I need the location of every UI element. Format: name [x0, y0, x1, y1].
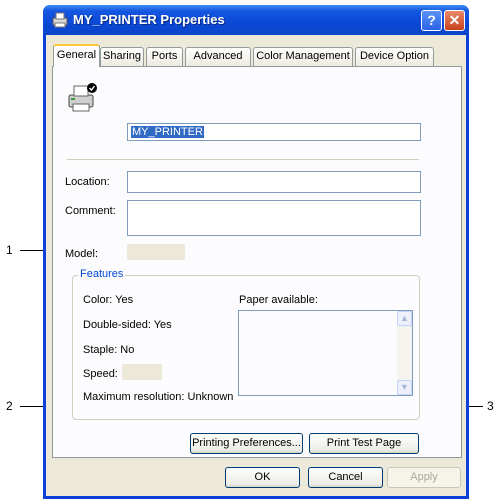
callout-3: 3 [487, 399, 494, 413]
model-value [127, 244, 185, 260]
speed-value [122, 364, 162, 380]
apply-button[interactable]: Apply [387, 467, 461, 488]
comment-label: Comment: [65, 205, 116, 217]
max-resolution-feature: Maximum resolution: Unknown [83, 391, 234, 403]
paper-list-scrollbar[interactable]: ▲ ▼ [397, 311, 412, 395]
help-button[interactable]: ? [421, 10, 442, 31]
scroll-up-icon[interactable]: ▲ [397, 311, 412, 326]
divider [67, 159, 419, 161]
comment-input[interactable] [127, 200, 421, 236]
printer-name-value: MY_PRINTER [131, 126, 204, 138]
cancel-button[interactable]: Cancel [308, 467, 383, 488]
location-input[interactable] [127, 171, 421, 193]
print-test-page-button[interactable]: Print Test Page [309, 433, 419, 454]
staple-feature: Staple: No [83, 344, 135, 356]
printer-properties-window: MY_PRINTER Properties ? ✕ General Sharin… [43, 5, 469, 499]
general-tab-panel: MY_PRINTER Location: Comment: Model: Fea… [52, 66, 462, 458]
tab-general[interactable]: General [53, 44, 100, 67]
callout-1: 1 [6, 243, 13, 257]
callout-2: 2 [6, 399, 13, 413]
features-title: Features [78, 268, 126, 280]
paper-available-label: Paper available: [239, 294, 318, 306]
tab-device-option[interactable]: Device Option [355, 47, 434, 66]
ok-button[interactable]: OK [225, 467, 300, 488]
tab-advanced[interactable]: Advanced [185, 47, 251, 66]
tab-ports[interactable]: Ports [146, 47, 183, 66]
title-bar[interactable]: MY_PRINTER Properties ? ✕ [43, 5, 469, 35]
close-button[interactable]: ✕ [444, 10, 465, 31]
scroll-down-icon[interactable]: ▼ [397, 380, 412, 395]
tab-sharing[interactable]: Sharing [100, 47, 144, 66]
printer-icon [52, 12, 68, 28]
window-title: MY_PRINTER Properties [73, 12, 225, 27]
color-feature: Color: Yes [83, 294, 134, 306]
double-sided-feature: Double-sided: Yes [83, 319, 172, 331]
location-label: Location: [65, 176, 110, 188]
tab-color-management[interactable]: Color Management [253, 47, 353, 66]
dialog-body: General Sharing Ports Advanced Color Man… [46, 35, 466, 496]
printer-large-icon [68, 83, 97, 112]
printer-name-field[interactable]: MY_PRINTER [127, 123, 421, 141]
paper-available-list[interactable]: ▲ ▼ [238, 310, 413, 396]
printing-preferences-button[interactable]: Printing Preferences... [190, 433, 303, 454]
model-label: Model: [65, 248, 99, 260]
speed-feature: Speed: [83, 368, 118, 380]
